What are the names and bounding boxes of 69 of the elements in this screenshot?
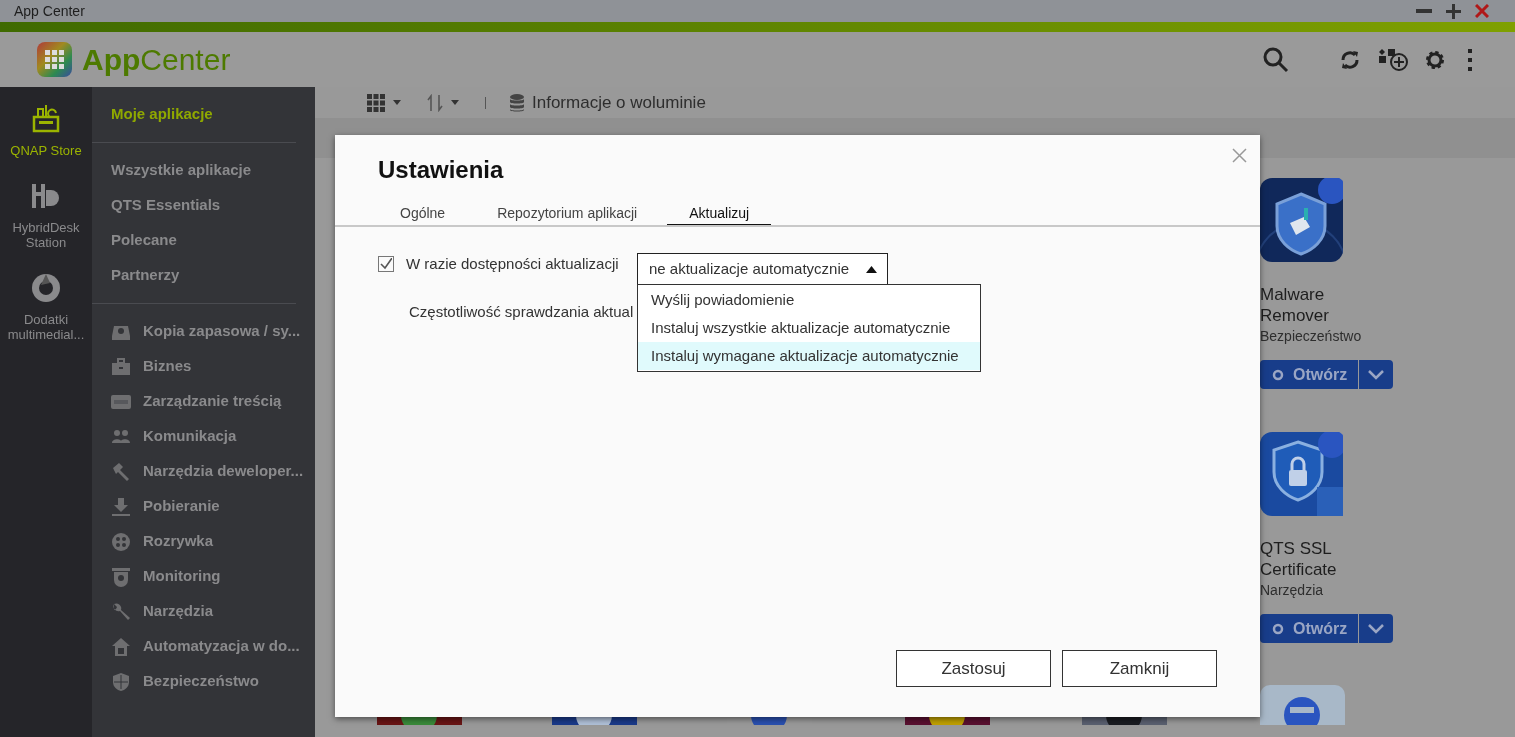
caret-icon[interactable]: [451, 100, 459, 105]
sidebar-item[interactable]: Polecane: [111, 223, 296, 258]
category-item[interactable]: Zarządzanie treścią: [143, 390, 282, 413]
rail-item[interactable]: HybridDesk Station: [0, 180, 92, 250]
film-reel-icon: [111, 531, 131, 552]
category-item[interactable]: Monitoring: [143, 565, 221, 588]
dialog-button[interactable]: Zamknij: [1062, 650, 1217, 687]
maximize-icon[interactable]: [1446, 3, 1461, 19]
dialog-title: Ustawienia: [378, 155, 504, 185]
sidebar-item[interactable]: QTS Essentials: [111, 188, 296, 223]
dialog-button[interactable]: Zastosuj: [896, 650, 1051, 687]
camera-icon: [111, 566, 131, 587]
tab[interactable]: Ogólne: [378, 202, 468, 227]
window-title: App Center: [14, 1, 86, 21]
circle-icon: [1272, 622, 1284, 635]
grid-view-icon[interactable]: [367, 93, 385, 112]
wrench-icon: [111, 601, 131, 622]
more-icon[interactable]: [1467, 48, 1473, 71]
frequency-label: Częstotliwość sprawdzania aktual: [409, 302, 634, 322]
app-icon[interactable]: [1260, 178, 1343, 262]
category-item[interactable]: Komunikacja: [143, 425, 237, 448]
download-icon: [111, 496, 131, 517]
app-name: AppCenter: [82, 42, 231, 78]
hammer-icon: [111, 461, 131, 482]
tab[interactable]: Repozytorium aplikacji: [475, 202, 660, 227]
category-item[interactable]: Automatyzacja w do...: [143, 635, 300, 658]
rail-item[interactable]: QNAP Store: [0, 103, 92, 158]
app-category: Narzędzia: [1260, 581, 1325, 600]
category-item[interactable]: Rozrywka: [143, 530, 214, 553]
open-button[interactable]: Otwórz: [1260, 360, 1358, 389]
category-item[interactable]: Narzędzia: [143, 600, 214, 623]
category-item[interactable]: Kopia zapasowa / sy...: [143, 320, 301, 343]
category-item[interactable]: Pobieranie: [143, 495, 220, 518]
sort-icon[interactable]: [427, 93, 443, 112]
checkbox[interactable]: [378, 256, 394, 273]
more-options-button[interactable]: [1359, 360, 1393, 389]
app-icon[interactable]: [1260, 432, 1343, 516]
update-mode-dropdown[interactable]: ne aktualizacje automatycznie: [637, 253, 888, 285]
open-button[interactable]: Otwórz: [1260, 614, 1358, 643]
volume-info-link[interactable]: Informacje o woluminie: [532, 89, 706, 116]
app-name: Malware Remover: [1260, 284, 1330, 326]
database-icon: [510, 93, 524, 112]
chevron-down-icon: [1368, 623, 1384, 634]
aperture-icon: [30, 272, 62, 304]
sidebar-item[interactable]: Wszystkie aplikacje: [111, 153, 296, 188]
category-item[interactable]: Narzędzia deweloper...: [143, 460, 304, 483]
caret-icon[interactable]: [393, 100, 401, 105]
circle-icon: [1272, 368, 1284, 381]
refresh-icon[interactable]: [1339, 48, 1361, 71]
rail-item[interactable]: Dodatki multimedial...: [0, 272, 92, 342]
store-icon: [30, 103, 62, 135]
category-item[interactable]: Biznes: [143, 355, 192, 378]
app-category: Bezpieczeństwo: [1260, 327, 1363, 346]
app-logo-icon: [37, 42, 72, 77]
caret-icon: [866, 265, 877, 273]
sidebar-heading[interactable]: Moje aplikacje: [111, 87, 296, 142]
briefcase-icon: [111, 356, 131, 377]
dropdown-option[interactable]: Instaluj wymagane aktualizacje automatycznie: [638, 342, 980, 370]
close-icon[interactable]: [1232, 148, 1247, 163]
sidebar-item[interactable]: Partnerzy: [111, 258, 296, 293]
more-options-button[interactable]: [1359, 614, 1393, 643]
app-name: QTS SSL Certificate: [1260, 538, 1338, 580]
search-icon[interactable]: [1263, 46, 1289, 73]
shield-icon: [111, 671, 131, 692]
category-item[interactable]: Bezpieczeństwo: [143, 670, 259, 693]
house-icon: [111, 636, 131, 657]
chevron-down-icon: [1368, 369, 1384, 380]
add-app-icon[interactable]: [1377, 47, 1409, 72]
update-label: W razie dostępności aktualizacji: [406, 254, 619, 274]
